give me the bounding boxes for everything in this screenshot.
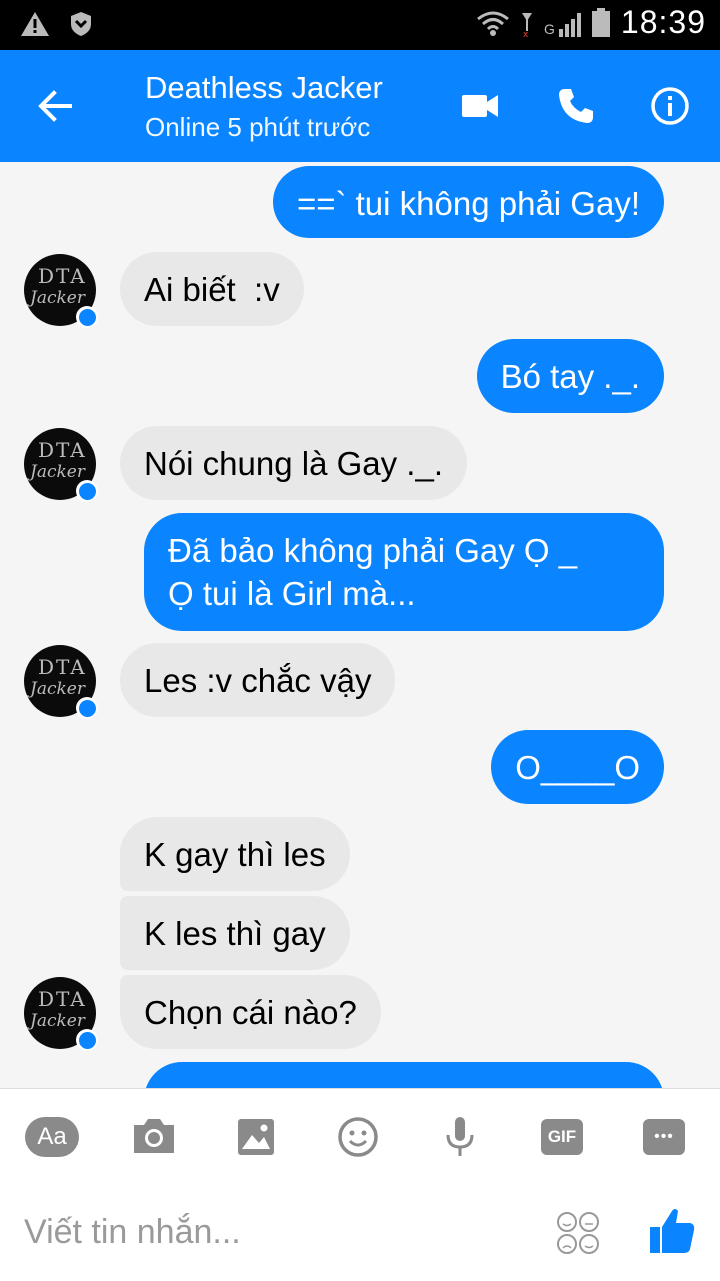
message-outgoing[interactable]: Đã bảo không phải Gay Ọ _ Ọ tui là Girl … — [144, 513, 664, 631]
message-thread[interactable]: ==` tui không phải Gay! DTA Jacker Ai bi… — [0, 162, 720, 1088]
phone-call-icon[interactable] — [556, 86, 596, 126]
composer: Aa GIF ••• Viết tin nhắn... — [0, 1088, 720, 1281]
wifi-icon — [477, 11, 509, 36]
like-thumb-icon[interactable] — [648, 1205, 696, 1257]
more-options-button[interactable]: ••• — [636, 1109, 692, 1165]
conversation-header: Deathless Jacker Online 5 phút trước — [0, 50, 720, 162]
message-incoming[interactable]: K gay thì les — [120, 817, 350, 891]
battery-icon — [591, 7, 610, 37]
camera-icon[interactable] — [126, 1109, 182, 1165]
video-call-icon[interactable] — [460, 86, 500, 126]
message-outgoing[interactable]: O____O — [491, 730, 664, 804]
warning-icon — [21, 12, 49, 36]
message-outgoing[interactable]: ==` tui không phải Gay! — [272, 166, 664, 238]
network-type: G — [544, 20, 555, 37]
gif-icon: GIF — [541, 1119, 583, 1155]
message-incoming[interactable]: Chọn cái nào? — [120, 975, 381, 1049]
back-arrow-icon[interactable] — [36, 86, 76, 126]
contact-avatar[interactable]: DTA Jacker — [24, 428, 98, 502]
contact-avatar[interactable]: DTA Jacker — [24, 977, 98, 1051]
status-bar: x G 18:39 — [0, 0, 720, 50]
text-format-button[interactable]: Aa — [24, 1109, 80, 1165]
contact-name[interactable]: Deathless Jacker — [145, 70, 383, 106]
microphone-icon[interactable] — [432, 1109, 488, 1165]
message-outgoing-partial[interactable] — [144, 1062, 664, 1088]
status-time: 18:39 — [620, 4, 706, 40]
svg-text:x: x — [523, 30, 529, 37]
more-icon: ••• — [643, 1119, 685, 1155]
messenger-badge-icon — [76, 480, 98, 502]
message-incoming[interactable]: Nói chung là Gay ._. — [120, 426, 467, 500]
gallery-icon[interactable] — [228, 1109, 284, 1165]
message-incoming[interactable]: Ai biết :v — [120, 252, 304, 326]
messenger-badge-icon — [76, 1029, 98, 1051]
message-incoming[interactable]: K les thì gay — [120, 896, 350, 970]
sticker-faces-icon[interactable] — [556, 1211, 600, 1255]
shield-icon — [71, 12, 91, 36]
antenna-icon: x — [522, 12, 533, 37]
messenger-badge-icon — [76, 306, 98, 328]
composer-toolbar: Aa GIF ••• — [0, 1109, 720, 1165]
text-format-icon: Aa — [25, 1117, 79, 1157]
message-outgoing[interactable]: Bó tay ._. — [476, 339, 664, 413]
emoji-icon[interactable] — [330, 1109, 386, 1165]
contact-avatar[interactable]: DTA Jacker — [24, 254, 98, 328]
gif-button[interactable]: GIF — [534, 1109, 590, 1165]
presence-status: Online 5 phút trước — [145, 112, 371, 142]
signal-indicator: G — [544, 9, 581, 37]
contact-avatar[interactable]: DTA Jacker — [24, 645, 98, 719]
message-input[interactable]: Viết tin nhắn... — [24, 1213, 241, 1252]
info-icon[interactable] — [650, 86, 690, 126]
message-incoming[interactable]: Les :v chắc vậy — [120, 643, 396, 717]
messenger-badge-icon — [76, 697, 98, 719]
